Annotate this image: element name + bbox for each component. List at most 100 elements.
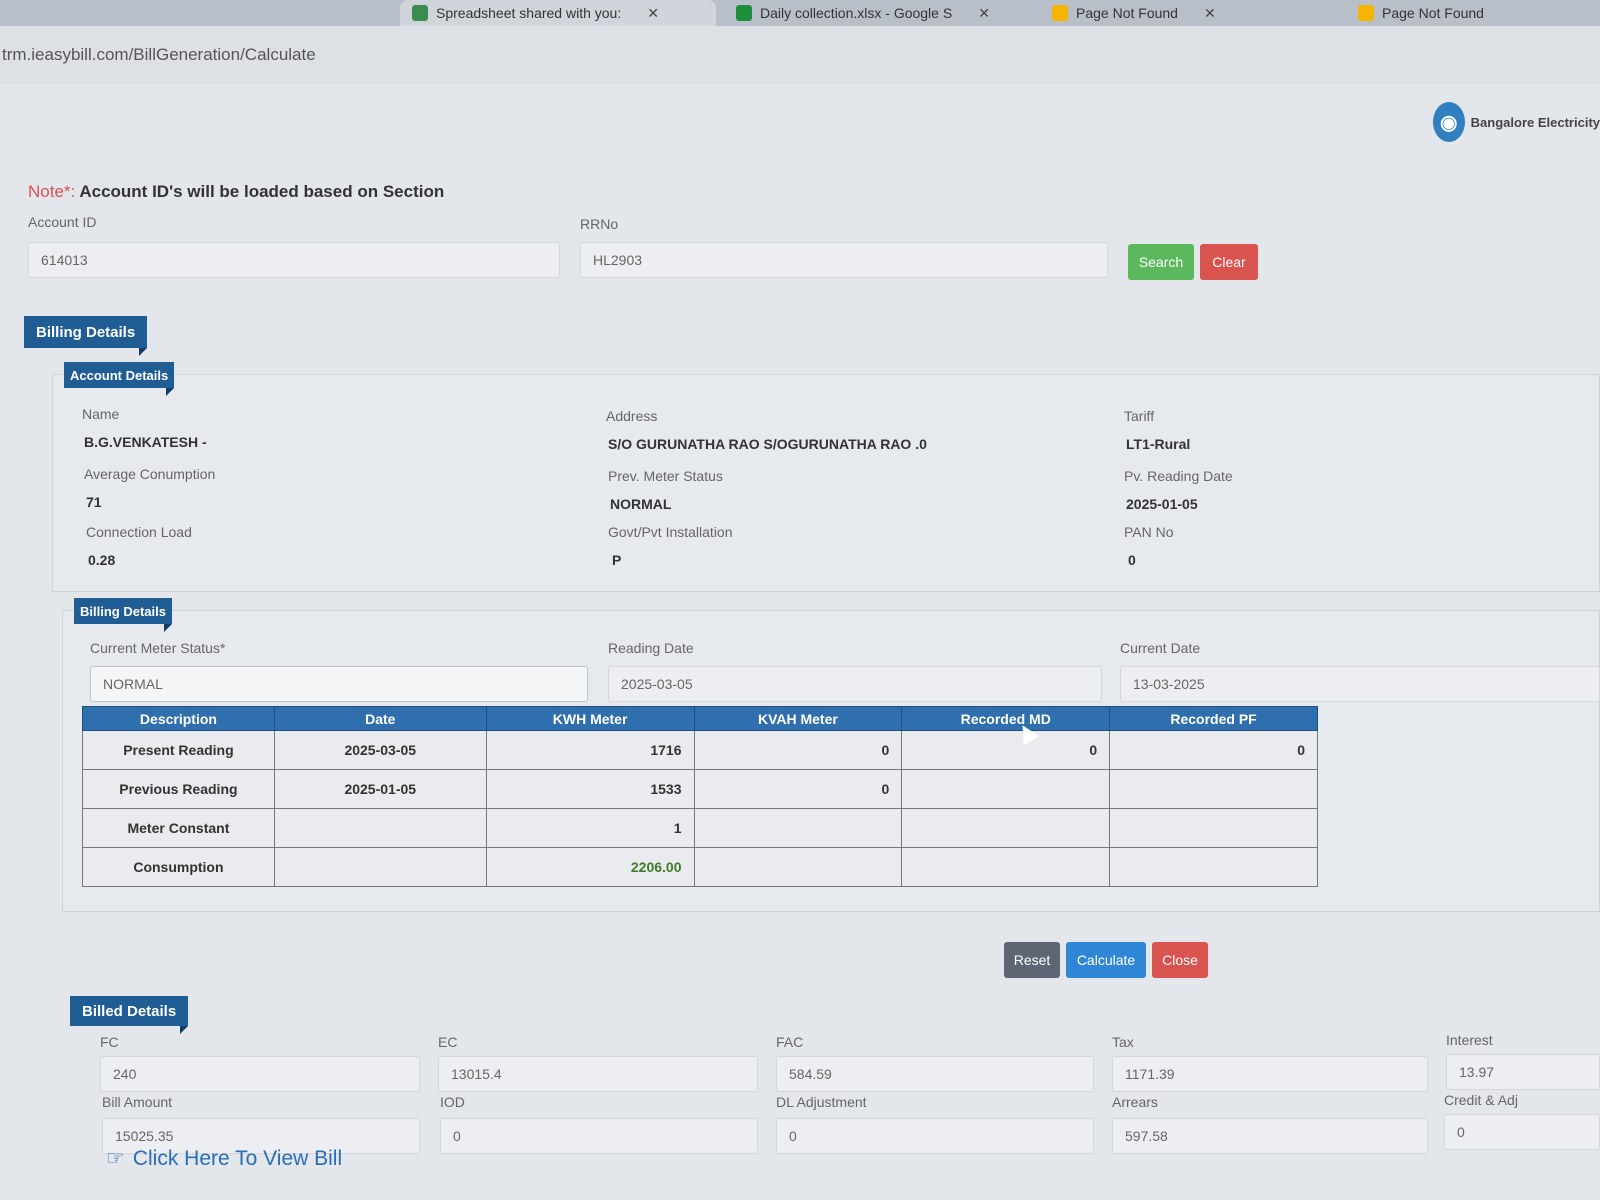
prev-meter-status-value: NORMAL [610, 496, 672, 512]
kwh-cell: 2206.00 [485, 847, 695, 887]
browser-tab[interactable]: Page Not Found ✕ [1040, 0, 1334, 26]
billing-details-ribbon: Billing Details [74, 598, 172, 632]
tab-label: Spreadsheet shared with you: [436, 5, 622, 21]
billed-details-title: Billed Details [82, 1002, 177, 1020]
hand-pointer-icon: ☞ [106, 1147, 125, 1170]
url-text: trm.ieasybill.com/BillGeneration/Calcula… [2, 45, 316, 64]
meter-status-select[interactable]: NORMAL [90, 666, 588, 702]
tariff-label: Tariff [1124, 408, 1155, 424]
drive-icon [1358, 5, 1374, 21]
meter-readings-table: Description Date KWH Meter KVAH Meter Re… [82, 706, 1318, 887]
brand-name: Bangalore Electricity [1470, 114, 1600, 130]
table-row: Previous Reading 2025-01-05 1533 0 [82, 769, 1318, 809]
tariff-value: LT1-Rural [1126, 436, 1191, 452]
kvah-cell[interactable]: 0 [693, 730, 903, 770]
current-date-input[interactable]: 13-03-2025 [1120, 666, 1600, 702]
row-description: Consumption [82, 847, 275, 887]
name-label: Name [82, 406, 120, 422]
fc-field: 240 [100, 1056, 420, 1092]
browser-tab[interactable]: Daily collection.xlsx - Google S ✕ [724, 0, 1026, 26]
browser-tab[interactable]: Spreadsheet shared with you: ✕ [400, 0, 716, 26]
browser-tab-strip: Spreadsheet shared with you: ✕ Daily col… [0, 0, 1600, 26]
row-description: Present Reading [82, 730, 275, 770]
interest-field: 13.97 [1446, 1054, 1600, 1090]
recorded-pf-cell [1109, 769, 1318, 809]
account-details-panel [52, 374, 1600, 592]
calculate-button[interactable]: Calculate [1066, 942, 1146, 978]
interest-label: Interest [1446, 1032, 1493, 1048]
billed-details-ribbon: Billed Details [70, 996, 189, 1034]
fac-field: 584.59 [776, 1056, 1094, 1092]
table-header-row: Description Date KWH Meter KVAH Meter Re… [82, 706, 1318, 731]
fc-label: FC [100, 1034, 119, 1050]
billing-details-title: Billing Details [80, 603, 166, 619]
fac-label: FAC [776, 1034, 804, 1050]
close-icon[interactable]: ✕ [1204, 5, 1216, 22]
column-header: Recorded PF [1109, 706, 1318, 731]
recorded-pf-cell [1109, 808, 1318, 848]
meter-status-label: Current Meter Status* [90, 640, 226, 656]
account-id-input[interactable]: 614013 [28, 242, 560, 278]
section-note: Note*: Account ID's will be loaded based… [28, 182, 444, 202]
address-label: Address [606, 408, 658, 424]
ec-label: EC [438, 1034, 458, 1050]
kvah-cell [693, 847, 903, 887]
note-text: Account ID's will be loaded based on Sec… [79, 182, 445, 201]
kvah-cell: 0 [693, 769, 903, 809]
billing-section-title: Billing Details [36, 323, 136, 341]
credit-adj-field: 0 [1444, 1114, 1600, 1150]
page-content: ◉ Bangalore Electricity Note*: Account I… [0, 84, 1600, 1200]
ec-field: 13015.4 [438, 1056, 758, 1092]
browser-tab[interactable]: Page Not Found [1346, 0, 1600, 26]
close-icon[interactable]: ✕ [978, 5, 990, 22]
iod-label: IOD [440, 1094, 465, 1110]
recorded-md-cell[interactable]: 0 [901, 730, 1111, 770]
prev-reading-date-value: 2025-01-05 [1126, 496, 1198, 512]
account-details-title: Account Details [70, 367, 169, 383]
prev-reading-date-label: Pv. Reading Date [1124, 468, 1233, 484]
view-bill-label: Click Here To View Bill [132, 1146, 343, 1170]
arrears-label: Arrears [1112, 1094, 1158, 1110]
account-details-ribbon: Account Details [64, 362, 175, 396]
reading-date-input[interactable]: 2025-03-05 [608, 666, 1102, 702]
reset-button[interactable]: Reset [1004, 942, 1060, 978]
kwh-cell: 1533 [485, 769, 695, 809]
clear-button[interactable]: Clear [1200, 244, 1258, 280]
row-date [273, 847, 487, 887]
reading-date-label: Reading Date [608, 640, 694, 656]
rrno-input[interactable]: HL2903 [580, 242, 1108, 278]
kwh-cell[interactable]: 1716 [485, 730, 695, 770]
avg-consumption-value: 71 [86, 494, 102, 510]
address-value: S/O GURUNATHA RAO S/OGURUNATHA RAO .0 [608, 436, 927, 452]
table-row: Consumption 2206.00 [82, 847, 1318, 887]
recorded-md-cell [901, 769, 1111, 809]
row-date: 2025-03-05 [273, 730, 487, 770]
credit-adj-label: Credit & Adj [1444, 1092, 1518, 1108]
sheets-icon [736, 5, 752, 21]
recorded-md-cell [901, 808, 1111, 848]
tax-field: 1171.39 [1112, 1056, 1428, 1092]
column-header: Description [82, 706, 275, 731]
search-button[interactable]: Search [1128, 244, 1194, 280]
row-description: Previous Reading [82, 769, 275, 809]
kvah-cell [693, 808, 903, 848]
pan-label: PAN No [1124, 524, 1174, 540]
installation-label: Govt/Pvt Installation [608, 524, 733, 540]
dl-adjustment-field: 0 [776, 1118, 1094, 1154]
view-bill-link[interactable]: ☞ Click Here To View Bill [106, 1146, 342, 1171]
address-bar[interactable]: trm.ieasybill.com/BillGeneration/Calcula… [0, 26, 1600, 84]
dl-adjustment-label: DL Adjustment [776, 1094, 867, 1110]
sheets-icon [412, 5, 428, 21]
tab-label: Page Not Found [1382, 5, 1484, 21]
recorded-pf-cell [1109, 847, 1318, 887]
name-value: B.G.VENKATESH - [84, 434, 207, 450]
globe-icon: ◉ [1432, 102, 1465, 142]
rrno-label: RRNo [580, 216, 619, 232]
close-icon[interactable]: ✕ [647, 5, 659, 22]
recorded-pf-cell[interactable]: 0 [1109, 730, 1318, 770]
table-row: Present Reading 2025-03-05 1716 0 0 0 [82, 730, 1318, 770]
arrears-field: 597.58 [1112, 1118, 1428, 1154]
billing-section-ribbon: Billing Details [24, 316, 148, 356]
close-button[interactable]: Close [1152, 942, 1208, 978]
row-description: Meter Constant [82, 808, 275, 848]
